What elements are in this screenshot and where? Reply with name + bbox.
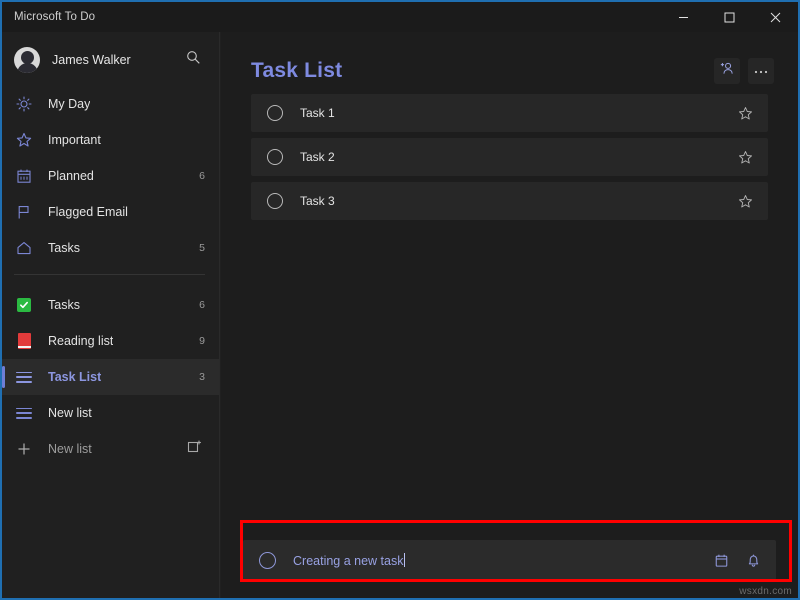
star-outline-icon[interactable] bbox=[736, 148, 754, 166]
new-list-group-icon bbox=[187, 439, 202, 459]
list-options-button[interactable] bbox=[748, 58, 774, 84]
sidebar-item-count: 6 bbox=[191, 299, 205, 311]
sidebar-item-flagged-email[interactable]: Flagged Email bbox=[2, 194, 219, 230]
avatar bbox=[14, 47, 40, 73]
text-caret bbox=[404, 553, 405, 567]
main-content: Task List Task 1 bbox=[221, 32, 798, 598]
sidebar-item-label: Important bbox=[48, 133, 101, 147]
maximize-icon bbox=[724, 12, 735, 23]
calendar-icon bbox=[14, 166, 34, 186]
add-person-icon bbox=[720, 61, 735, 81]
star-icon bbox=[14, 130, 34, 150]
maximize-button[interactable] bbox=[706, 2, 752, 32]
star-outline-icon[interactable] bbox=[736, 192, 754, 210]
sidebar-item-count: 9 bbox=[191, 335, 205, 347]
task-list: Task 1 Task 2 Task 3 bbox=[221, 94, 798, 540]
star-outline-icon[interactable] bbox=[736, 104, 754, 122]
table-row[interactable]: Task 3 bbox=[251, 182, 768, 220]
circle-icon[interactable] bbox=[267, 149, 283, 165]
sidebar-item-label: Tasks bbox=[48, 298, 80, 312]
window-title: Microsoft To Do bbox=[14, 11, 95, 23]
new-list-group-button[interactable] bbox=[183, 438, 205, 460]
sidebar-item-label: Flagged Email bbox=[48, 205, 128, 219]
circle-icon[interactable] bbox=[267, 193, 283, 209]
sidebar-item-reading-list[interactable]: Reading list 9 bbox=[2, 323, 219, 359]
close-icon bbox=[770, 12, 781, 23]
watermark: wsxdn.com bbox=[739, 586, 792, 597]
sidebar-item-new-list[interactable]: New list bbox=[2, 395, 219, 431]
avatar-body bbox=[17, 63, 38, 73]
task-title: Task 2 bbox=[300, 150, 335, 164]
circle-icon[interactable] bbox=[267, 105, 283, 121]
green-check-square-icon bbox=[14, 295, 34, 315]
sidebar-spacer bbox=[2, 467, 219, 598]
sidebar-item-label: New list bbox=[48, 406, 92, 420]
sidebar-item-task-list[interactable]: Task List 3 bbox=[2, 359, 219, 395]
minimize-icon bbox=[678, 12, 689, 23]
custom-list-nav: Tasks 6 Reading list 9 Task List 3 bbox=[2, 283, 219, 467]
sidebar-item-label: Reading list bbox=[48, 334, 113, 348]
sidebar-item-count: 3 bbox=[191, 371, 205, 383]
account-row[interactable]: James Walker bbox=[2, 38, 219, 82]
task-title: Task 1 bbox=[300, 106, 335, 120]
sidebar-item-count: 5 bbox=[191, 242, 205, 254]
sidebar-item-label: Planned bbox=[48, 169, 94, 183]
sidebar-item-count: 6 bbox=[191, 170, 205, 182]
sidebar-divider bbox=[14, 274, 205, 275]
sidebar-item-tasks-smart[interactable]: Tasks 5 bbox=[2, 230, 219, 266]
header-actions bbox=[714, 58, 774, 84]
add-task-bar[interactable]: Creating a new task bbox=[243, 540, 776, 580]
window-controls bbox=[660, 2, 798, 32]
search-icon bbox=[186, 50, 201, 70]
sidebar-item-my-day[interactable]: My Day bbox=[2, 86, 219, 122]
task-title: Task 3 bbox=[300, 194, 335, 208]
reminder-button[interactable] bbox=[744, 551, 762, 569]
account-name: James Walker bbox=[52, 53, 131, 67]
sidebar: James Walker My Day Important bbox=[2, 32, 220, 598]
add-task-value: Creating a new task bbox=[293, 554, 403, 568]
sun-icon bbox=[14, 94, 34, 114]
share-list-button[interactable] bbox=[714, 58, 740, 84]
microsoft-todo-window: Microsoft To Do bbox=[0, 0, 800, 600]
sidebar-item-important[interactable]: Important bbox=[2, 122, 219, 158]
add-task-actions bbox=[712, 551, 762, 569]
search-button[interactable] bbox=[181, 48, 205, 72]
table-row[interactable]: Task 1 bbox=[251, 94, 768, 132]
smart-list-nav: My Day Important Planned 6 bbox=[2, 82, 219, 266]
plus-icon bbox=[14, 439, 34, 459]
create-new-list-label: New list bbox=[48, 442, 92, 456]
list-lines-icon bbox=[14, 403, 34, 423]
add-task-area: Creating a new task bbox=[221, 540, 798, 598]
sidebar-item-label: Tasks bbox=[48, 241, 80, 255]
sidebar-item-label: My Day bbox=[48, 97, 90, 111]
sidebar-item-planned[interactable]: Planned 6 bbox=[2, 158, 219, 194]
list-lines-icon bbox=[14, 367, 34, 387]
circle-icon[interactable] bbox=[259, 552, 276, 569]
sidebar-item-label: Task List bbox=[48, 370, 101, 384]
table-row[interactable]: Task 2 bbox=[251, 138, 768, 176]
page-title: Task List bbox=[251, 59, 342, 83]
sidebar-item-tasks-list[interactable]: Tasks 6 bbox=[2, 287, 219, 323]
title-bar: Microsoft To Do bbox=[2, 2, 798, 32]
create-new-list-row[interactable]: New list bbox=[2, 431, 219, 467]
close-button[interactable] bbox=[752, 2, 798, 32]
minimize-button[interactable] bbox=[660, 2, 706, 32]
add-task-input[interactable]: Creating a new task bbox=[293, 553, 405, 568]
red-book-icon bbox=[14, 331, 34, 351]
list-header: Task List bbox=[221, 32, 798, 94]
ellipsis-icon bbox=[753, 62, 769, 80]
flag-icon bbox=[14, 202, 34, 222]
home-icon bbox=[14, 238, 34, 258]
due-date-button[interactable] bbox=[712, 551, 730, 569]
